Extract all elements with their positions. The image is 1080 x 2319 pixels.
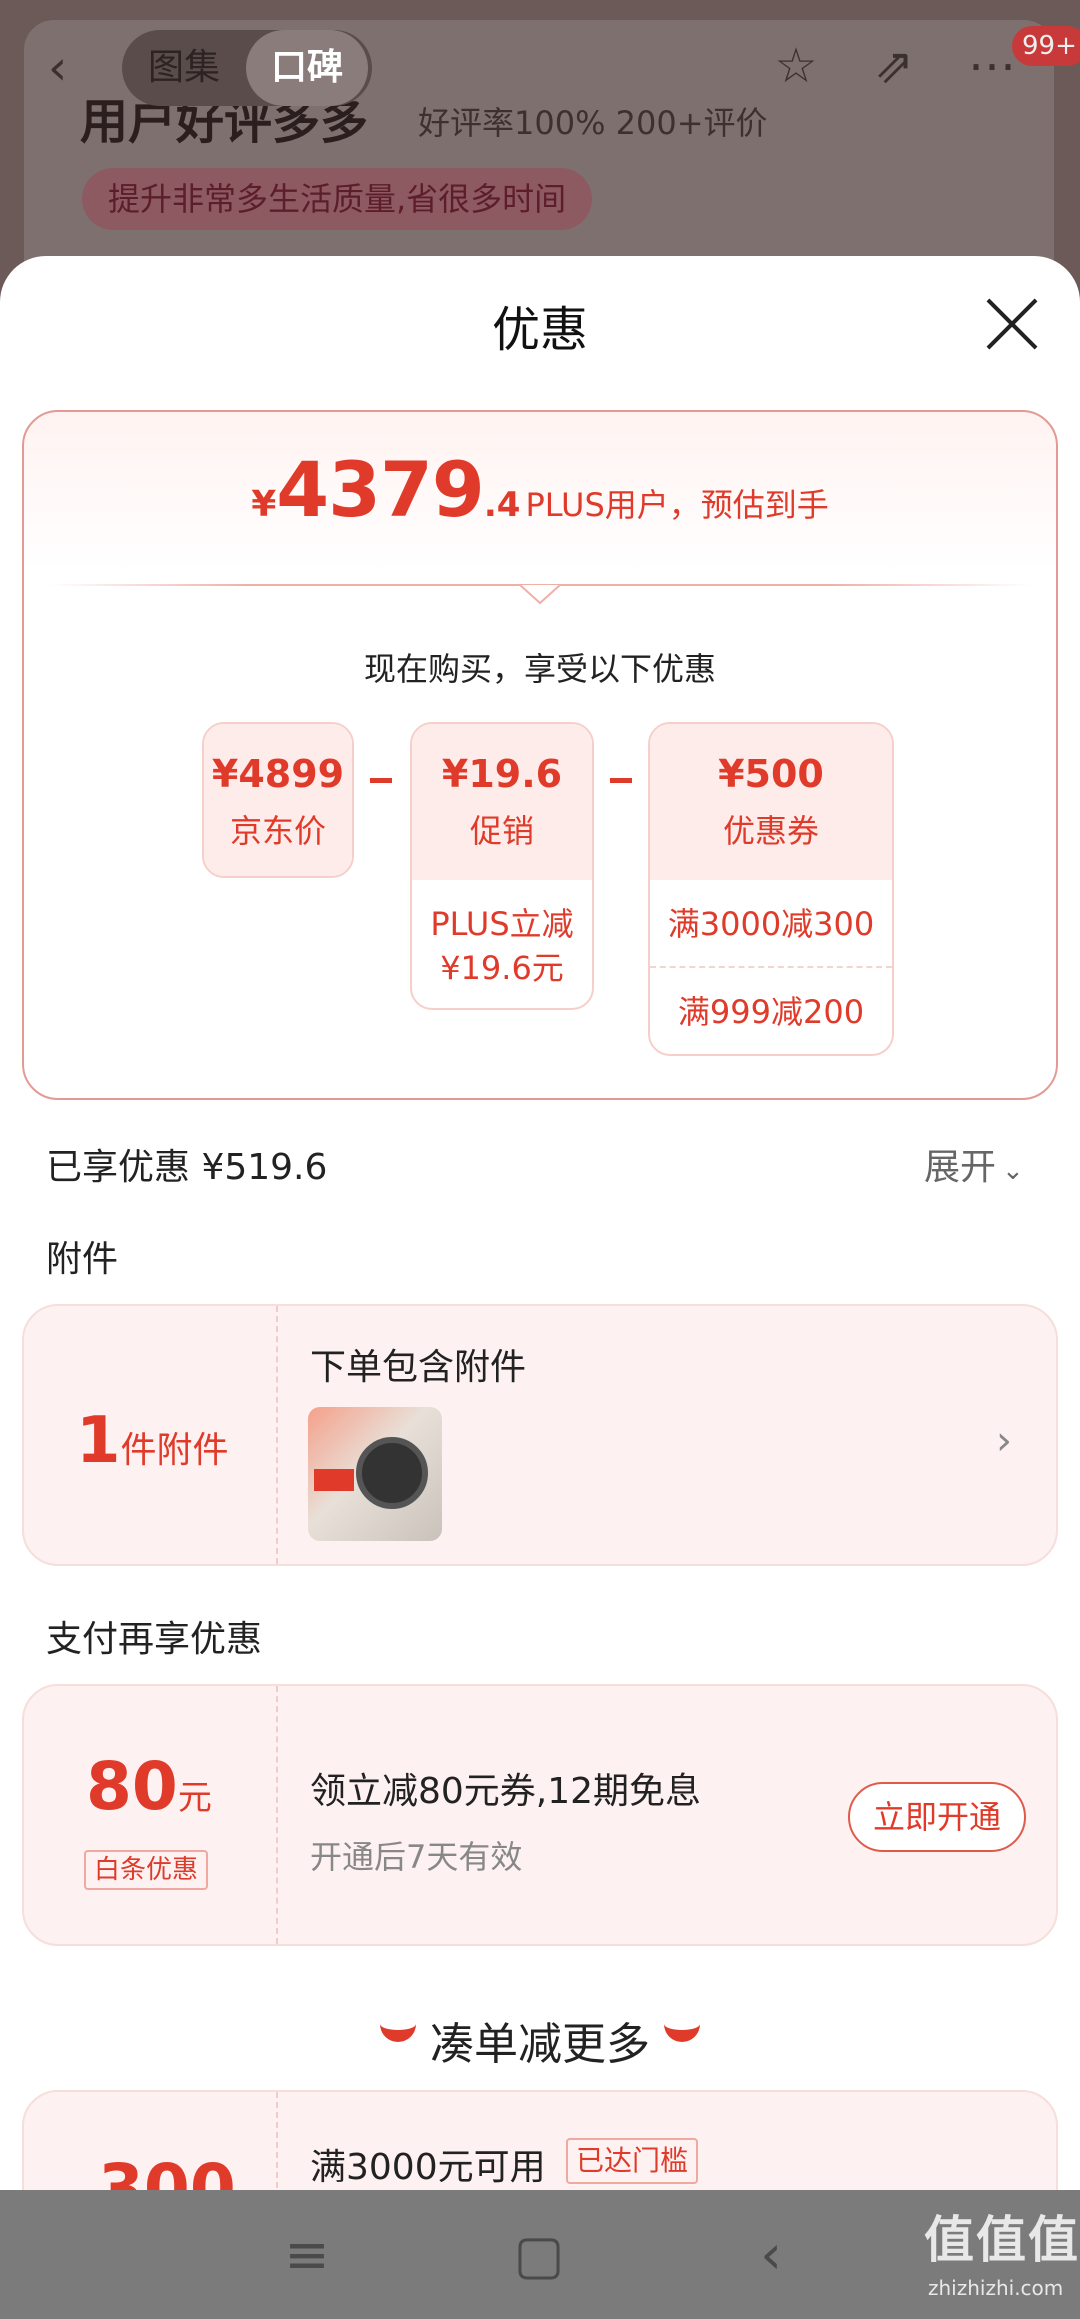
- background-tag: 提升非常多生活质量,省很多时间: [82, 168, 593, 230]
- coupon-amount: ¥500: [718, 752, 824, 796]
- expand-label: 展开: [924, 1147, 997, 1188]
- jd-price-amount: ¥4899: [211, 752, 345, 796]
- baitiao-tag: 白条优惠: [84, 1850, 209, 1890]
- estimated-price: ¥4379.4 PLUS用户，预估到手: [0, 445, 1080, 534]
- pay-amount-unit: 元: [177, 1778, 212, 1818]
- accessory-header: 附件: [46, 1239, 119, 1280]
- watermark-url: zhizhizhi.com: [928, 2276, 1064, 2300]
- coupon-rule: 满999减200: [677, 993, 865, 1031]
- share-icon[interactable]: ⇗: [864, 36, 924, 96]
- minus-sign: [610, 778, 632, 783]
- watermark-logo: 值值值: [924, 2211, 1080, 2269]
- star-icon[interactable]: ☆: [766, 36, 826, 96]
- background-subtitle: 好评率100% 200+评价: [418, 104, 768, 142]
- menu-icon[interactable]: ≡: [272, 2220, 342, 2290]
- washing-machine-image: [356, 1437, 428, 1509]
- pay-amount: 80元: [86, 1748, 212, 1825]
- coupon-label: 优惠券: [722, 812, 819, 850]
- promotion-box[interactable]: ¥19.6 促销 PLUS立减 ¥19.6元: [410, 722, 594, 1010]
- accessory-title: 下单包含附件: [310, 1347, 527, 1388]
- pay-header: 支付再享优惠: [46, 1619, 263, 1660]
- threshold-tag: 已达门槛: [566, 2138, 699, 2184]
- buy-now-text: 现在购买，享受以下优惠: [363, 650, 716, 688]
- jd-price-box[interactable]: ¥4899 京东价: [202, 722, 354, 878]
- home-icon[interactable]: ▢: [504, 2220, 574, 2290]
- promotion-amount: ¥19.6: [441, 752, 563, 796]
- expand-button[interactable]: 展开 ⌄: [924, 1138, 1024, 1190]
- back-icon[interactable]: ‹: [48, 40, 88, 96]
- more-discount-title: 凑单减更多: [430, 2019, 650, 2070]
- accessory-thumbnail[interactable]: [308, 1407, 442, 1541]
- sheet-title: 优惠: [491, 302, 588, 358]
- accessory-count-number: 1: [76, 1404, 121, 1478]
- card-separator: [276, 1686, 278, 1944]
- open-now-button[interactable]: 立即开通: [848, 1782, 1026, 1852]
- price-currency: ¥: [251, 484, 277, 525]
- divider-arrow-icon: [520, 584, 560, 605]
- accessory-count: 1件附件: [76, 1404, 229, 1478]
- coupon-box[interactable]: ¥500 优惠券 满3000减300 满999减200: [648, 722, 894, 1056]
- tab-switch[interactable]: 图集 口碑: [122, 30, 372, 106]
- enjoyed-discount: 已享优惠 ¥519.6: [46, 1147, 328, 1188]
- price-label: PLUS用户，预估到手: [525, 486, 829, 524]
- promotion-detail-line: ¥19.6元: [440, 949, 564, 987]
- pay-subtitle: 开通后7天有效: [310, 1838, 523, 1876]
- price-integer: 4379: [276, 445, 485, 534]
- price-decimal: .4: [483, 485, 521, 525]
- pay-title: 领立减80元券,12期免息: [310, 1771, 702, 1812]
- promotion-label: 促销: [469, 812, 534, 850]
- chevron-down-icon: ⌄: [1002, 1156, 1024, 1186]
- back-nav-icon[interactable]: ‹: [736, 2220, 806, 2290]
- message-badge: 99+: [1012, 26, 1080, 66]
- promotion-detail: PLUS立减 ¥19.6元: [412, 880, 592, 990]
- jd-price-label: 京东价: [229, 812, 326, 850]
- thumbnail-price-tag: [314, 1469, 354, 1491]
- pay-amount-number: 80: [86, 1748, 178, 1825]
- coupon-rule: 满3000减300: [650, 880, 892, 968]
- promotion-detail-line: PLUS立减: [430, 905, 574, 943]
- accessory-count-unit: 件附件: [120, 1430, 229, 1471]
- close-icon[interactable]: [984, 296, 1040, 352]
- tab-reviews[interactable]: 口碑: [246, 30, 368, 106]
- coupon-card-title: 满3000元可用: [310, 2147, 546, 2188]
- minus-sign: [370, 778, 392, 783]
- tab-gallery[interactable]: 图集: [122, 30, 246, 106]
- card-separator: [276, 1306, 278, 1564]
- chevron-right-icon[interactable]: ›: [996, 1418, 1012, 1464]
- system-navbar: ≡ ▢ ‹: [0, 2190, 1080, 2319]
